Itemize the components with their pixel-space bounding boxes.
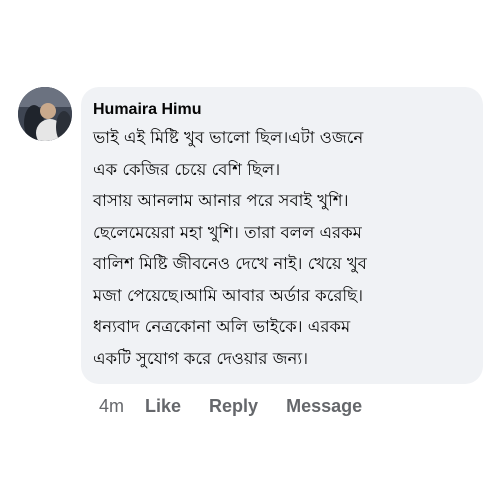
comment-text-line: ছেলেমেয়েরা মহা খুশি। তারা বলল এরকম — [93, 222, 362, 242]
avatar[interactable] — [18, 87, 72, 141]
comment-timestamp[interactable]: 4m — [99, 396, 124, 417]
comment-text-line: এক কেজির চেয়ে বেশি ছিল। — [93, 159, 281, 179]
comment-text: ভাই এই মিষ্টি খুব ভালো ছিল।এটা ওজনে এক ক… — [93, 122, 471, 374]
comment-text-line: ধন্যবাদ নেত্রকোনা অলি ভাইকে। এরকম — [93, 317, 351, 336]
comment-author-name[interactable]: Humaira Himu — [93, 100, 471, 120]
comment-text-line: একটি সুযোগ করে দেওয়ার জন্য। — [93, 348, 309, 368]
comment-text-line: বালিশ মিষ্টি জীবনেও দেখে নাই। খেয়ে খুব — [93, 254, 367, 273]
message-button[interactable]: Message — [286, 396, 362, 417]
like-button[interactable]: Like — [145, 396, 181, 417]
comment-text-line: বাসায় আনলাম আনার পরে সবাই খুশি। — [93, 191, 349, 210]
comment-actions: 4m Like Reply Message — [99, 394, 362, 418]
reply-button[interactable]: Reply — [209, 396, 258, 417]
comment-text-line: মজা পেয়েছে।আমি আবার অর্ডার করেছি। — [93, 285, 364, 305]
comment-bubble: Humaira Himu ভাই এই মিষ্টি খুব ভালো ছিল।… — [81, 87, 483, 384]
comment-text-line: ভাই এই মিষ্টি খুব ভালো ছিল।এটা ওজনে — [93, 128, 364, 147]
user-avatar-icon — [18, 87, 72, 141]
